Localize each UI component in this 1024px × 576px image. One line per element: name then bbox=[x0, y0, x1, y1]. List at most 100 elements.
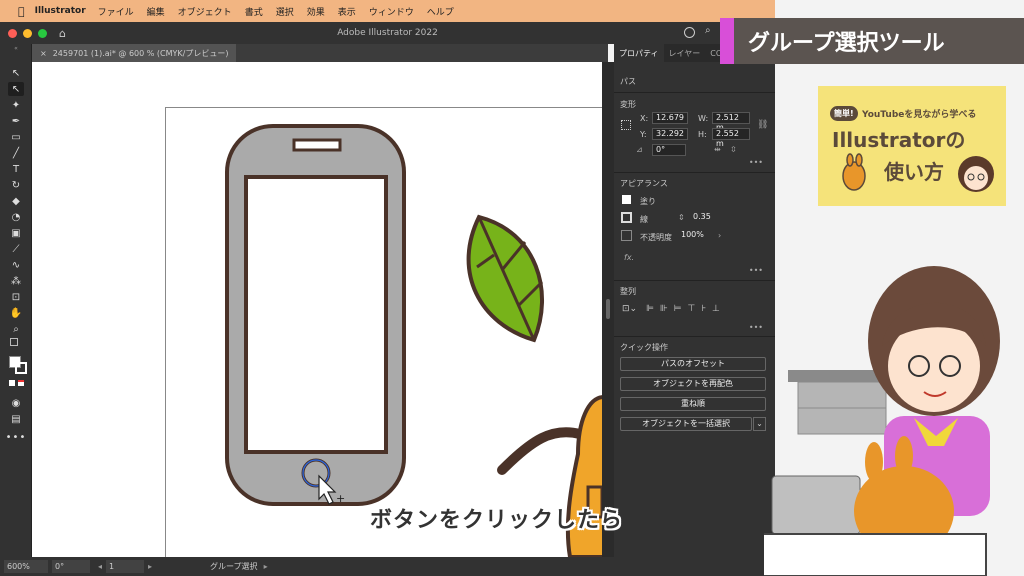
color-mode-icon[interactable] bbox=[9, 380, 15, 386]
leaf-illustration[interactable] bbox=[466, 214, 544, 343]
properties-panel: プロパティ レイヤー CC ラ パス 変形 X: 12.679 W: 2.512… bbox=[614, 44, 775, 576]
brush-tool-icon[interactable]: ╱ bbox=[8, 146, 24, 160]
banner-text: グループ選択ツール bbox=[748, 31, 945, 56]
close-tab-icon[interactable]: × bbox=[40, 49, 47, 58]
arrange-button[interactable]: 重ね順 bbox=[620, 397, 766, 411]
screen:  Illustrator ファイル 編集 オブジェクト 書式 選択 効果 表示… bbox=[0, 0, 1024, 576]
menu-type[interactable]: 書式 bbox=[245, 5, 263, 18]
align-buttons-icon[interactable]: ⊫⊪⊨⊤⊦⊥ bbox=[646, 304, 726, 314]
y-field[interactable]: 32.292 bbox=[652, 128, 688, 140]
stroke-stepper-icon[interactable]: ⇕ bbox=[678, 213, 685, 222]
appearance-more-icon[interactable]: ••• bbox=[749, 266, 763, 275]
tab-properties[interactable]: プロパティ bbox=[614, 44, 664, 62]
fill-swatch-panel[interactable] bbox=[622, 195, 631, 204]
tools-panel: « ↖ ↖ ✦ ✒ ▭ ╱ T ↻ ◆ ◔ ▣ ⟋ ∿ ⁂ ⊡ ✋ ⌕ ◉ ▤ … bbox=[0, 44, 32, 564]
offset-path-button[interactable]: パスのオフセット bbox=[620, 357, 766, 371]
none-color-icon[interactable] bbox=[18, 380, 24, 386]
eyedropper-icon[interactable]: ⟋ bbox=[8, 242, 24, 256]
menu-bar:  Illustrator ファイル 編集 オブジェクト 書式 選択 効果 表示… bbox=[0, 0, 775, 22]
selection-tool-icon[interactable]: ↖ bbox=[8, 66, 24, 80]
menu-select[interactable]: 選択 bbox=[276, 5, 294, 18]
status-bar: 600% 0° ◂ 1 ▸ グループ選択 ▸ bbox=[0, 557, 614, 576]
current-tool-label: グループ選択 bbox=[210, 562, 258, 571]
opacity-field[interactable]: 100% bbox=[678, 230, 716, 242]
reference-point-icon[interactable] bbox=[621, 120, 631, 130]
default-colors-icon[interactable] bbox=[10, 338, 18, 346]
menu-file[interactable]: ファイル bbox=[98, 5, 134, 18]
rotation-field[interactable]: 0° bbox=[52, 560, 90, 573]
next-artboard-icon[interactable]: ▸ bbox=[148, 562, 152, 571]
zoom-tool-icon[interactable]: ⌕ bbox=[8, 322, 24, 336]
window-title: Adobe Illustrator 2022 bbox=[337, 28, 438, 38]
more-tools-icon[interactable]: ••• bbox=[6, 430, 26, 444]
screen-mode-icon[interactable]: ▤ bbox=[8, 412, 24, 426]
rotate-tool-icon[interactable]: ↻ bbox=[8, 178, 24, 192]
vertical-scrollbar[interactable] bbox=[602, 62, 614, 557]
blend-tool-icon[interactable]: ∿ bbox=[8, 258, 24, 272]
collapse-icon[interactable]: « bbox=[8, 44, 24, 52]
symbol-sprayer-icon[interactable]: ⁂ bbox=[8, 274, 24, 288]
stroke-weight-field[interactable]: 0.35 bbox=[690, 212, 720, 224]
menu-effect[interactable]: 効果 bbox=[307, 5, 325, 18]
tool-name-banner: グループ選択ツール bbox=[720, 18, 1024, 64]
w-field[interactable]: 2.512 m bbox=[712, 112, 750, 132]
artboard-number-field[interactable]: 1 bbox=[106, 560, 145, 573]
apple-icon[interactable]:  bbox=[18, 5, 25, 18]
menu-edit[interactable]: 編集 bbox=[147, 5, 165, 18]
h-label: H: bbox=[698, 130, 707, 139]
scroll-thumb[interactable] bbox=[606, 299, 610, 319]
pen-tool-icon[interactable]: ✒ bbox=[8, 114, 24, 128]
tab-layers[interactable]: レイヤー bbox=[664, 44, 706, 62]
select-same-button[interactable]: オブジェクトを一括選択 bbox=[620, 417, 752, 431]
eraser-tool-icon[interactable]: ◆ bbox=[8, 194, 24, 208]
h-field[interactable]: 2.552 m bbox=[712, 128, 750, 148]
artboard-tool-icon[interactable]: ⊡ bbox=[8, 290, 24, 304]
stroke-label: 線 bbox=[640, 215, 648, 224]
type-tool-icon[interactable]: T bbox=[8, 162, 24, 176]
account-icon[interactable] bbox=[684, 27, 695, 38]
flip-horizontal-icon[interactable]: ⇹ bbox=[714, 145, 721, 154]
smartphone-illustration[interactable] bbox=[225, 124, 406, 506]
shape-builder-icon[interactable]: ◔ bbox=[8, 210, 24, 224]
direct-selection-tool-icon[interactable]: ↖ bbox=[8, 82, 24, 96]
menu-window[interactable]: ウィンドウ bbox=[369, 5, 414, 18]
gradient-tool-icon[interactable]: ▣ bbox=[8, 226, 24, 240]
menu-help[interactable]: ヘルプ bbox=[427, 5, 454, 18]
stroke-swatch-panel[interactable] bbox=[621, 212, 632, 223]
constrain-proportions-icon[interactable]: ⛓ bbox=[757, 120, 768, 130]
menu-object[interactable]: オブジェクト bbox=[178, 5, 232, 18]
opacity-arrow-icon[interactable]: › bbox=[718, 231, 721, 240]
stroke-swatch[interactable] bbox=[15, 362, 27, 374]
fx-icon[interactable]: fx. bbox=[624, 253, 634, 262]
opacity-label: 不透明度 bbox=[640, 233, 672, 242]
transform-more-icon[interactable]: ••• bbox=[749, 158, 763, 167]
document-tab-label: 2459701 (1).ai* @ 600 % (CMYK/プレビュー) bbox=[52, 48, 229, 58]
cursor-plus-icon: + bbox=[336, 492, 345, 505]
quick-actions-heading: クイック操作 bbox=[620, 343, 668, 352]
prev-artboard-icon[interactable]: ◂ bbox=[98, 562, 102, 571]
artwork: + bbox=[225, 124, 602, 557]
menu-app-name[interactable]: Illustrator bbox=[35, 6, 86, 16]
series-badge: 簡単! YouTubeを見ながら学べる Illustratorの 使い方 bbox=[818, 86, 1006, 206]
magic-wand-icon[interactable]: ✦ bbox=[8, 98, 24, 112]
draw-mode-icon[interactable]: ◉ bbox=[8, 396, 24, 410]
recolor-button[interactable]: オブジェクトを再配色 bbox=[620, 377, 766, 391]
align-heading: 整列 bbox=[620, 287, 636, 296]
zoom-level-field[interactable]: 600% bbox=[4, 560, 48, 573]
flip-vertical-icon[interactable]: ⇳ bbox=[730, 145, 737, 154]
badge-characters bbox=[842, 153, 994, 192]
w-label: W: bbox=[698, 114, 709, 123]
search-icon[interactable]: ⌕ bbox=[705, 25, 711, 36]
menu-view[interactable]: 表示 bbox=[338, 5, 356, 18]
align-more-icon[interactable]: ••• bbox=[749, 323, 763, 332]
align-to-icon[interactable]: ⊡⌄ bbox=[622, 304, 637, 314]
window-title-bar: ⌂ Adobe Illustrator 2022 ⌕ bbox=[0, 22, 775, 44]
rectangle-tool-icon[interactable]: ▭ bbox=[8, 130, 24, 144]
fill-label: 塗り bbox=[640, 197, 656, 206]
x-field[interactable]: 12.679 bbox=[652, 112, 688, 124]
canvas[interactable]: + bbox=[32, 62, 602, 557]
document-tab[interactable]: × 2459701 (1).ai* @ 600 % (CMYK/プレビュー) bbox=[32, 44, 237, 62]
angle-field[interactable]: 0° bbox=[652, 144, 686, 156]
status-menu-icon[interactable]: ▸ bbox=[264, 562, 268, 571]
hand-tool-icon[interactable]: ✋ bbox=[8, 306, 24, 320]
